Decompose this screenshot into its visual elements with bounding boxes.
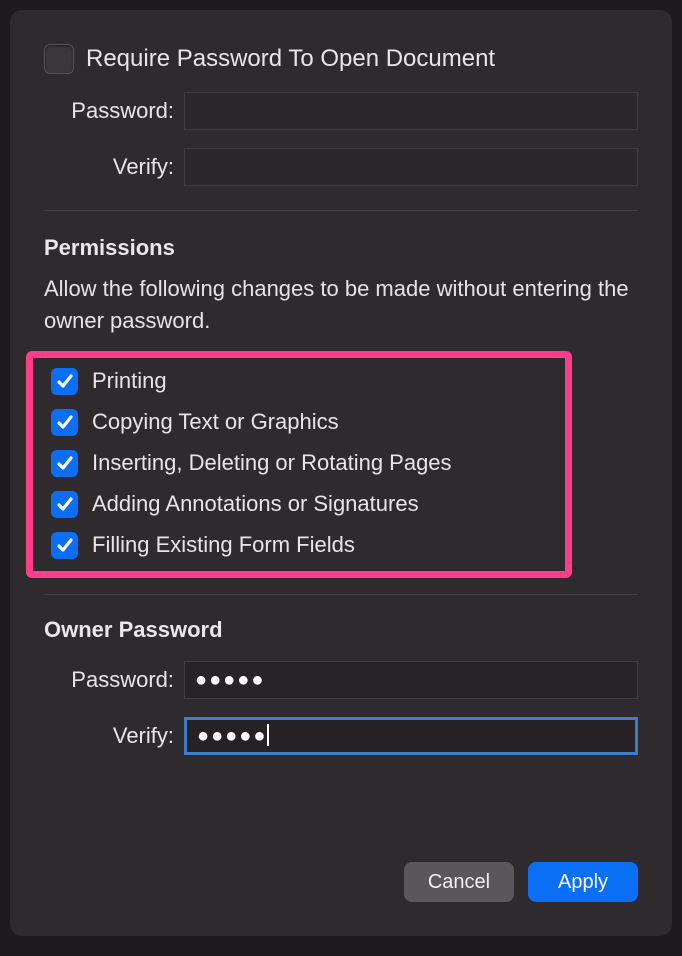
check-icon	[56, 495, 74, 513]
require-password-checkbox[interactable]	[44, 44, 74, 74]
permissions-section: Permissions Allow the following changes …	[44, 235, 638, 594]
text-cursor	[267, 724, 269, 746]
button-row: Cancel Apply	[44, 862, 638, 902]
perm-checkbox-inserting[interactable]	[51, 450, 78, 477]
owner-password-label: Password:	[44, 667, 184, 693]
perm-label-forms: Filling Existing Form Fields	[92, 532, 355, 558]
owner-password-value: ●●●●●	[195, 669, 265, 692]
owner-verify-label: Verify:	[44, 723, 184, 749]
perm-label-printing: Printing	[92, 368, 167, 394]
perm-label-annotations: Adding Annotations or Signatures	[92, 491, 419, 517]
pdf-permissions-dialog: Require Password To Open Document Passwo…	[10, 10, 672, 936]
owner-password-title: Owner Password	[44, 617, 638, 643]
perm-label-copying: Copying Text or Graphics	[92, 409, 339, 435]
perm-row-inserting[interactable]: Inserting, Deleting or Rotating Pages	[51, 450, 547, 477]
perm-checkbox-annotations[interactable]	[51, 491, 78, 518]
cancel-button[interactable]: Cancel	[404, 862, 514, 902]
perm-row-forms[interactable]: Filling Existing Form Fields	[51, 532, 547, 559]
open-verify-row: Verify:	[44, 148, 638, 186]
perm-checkbox-copying[interactable]	[51, 409, 78, 436]
open-password-input[interactable]	[184, 92, 638, 130]
perm-label-inserting: Inserting, Deleting or Rotating Pages	[92, 450, 452, 476]
spacer	[44, 755, 638, 842]
check-icon	[56, 413, 74, 431]
require-password-label: Require Password To Open Document	[86, 45, 495, 73]
owner-verify-input[interactable]: ●●●●●	[184, 717, 638, 755]
open-password-row: Password:	[44, 92, 638, 130]
open-password-section: Require Password To Open Document Passwo…	[44, 44, 638, 211]
apply-button[interactable]: Apply	[528, 862, 638, 902]
owner-password-section: Owner Password Password: ●●●●● Verify: ●…	[44, 594, 638, 755]
perm-row-printing[interactable]: Printing	[51, 368, 547, 395]
permissions-title: Permissions	[44, 235, 638, 261]
open-verify-input[interactable]	[184, 148, 638, 186]
permissions-highlight: Printing Copying Text or Graphics Insert…	[26, 351, 572, 578]
require-password-row[interactable]: Require Password To Open Document	[44, 44, 638, 74]
perm-row-copying[interactable]: Copying Text or Graphics	[51, 409, 547, 436]
check-icon	[56, 454, 74, 472]
permissions-description: Allow the following changes to be made w…	[44, 273, 638, 337]
owner-password-input[interactable]: ●●●●●	[184, 661, 638, 699]
check-icon	[56, 536, 74, 554]
open-password-label: Password:	[44, 98, 184, 124]
perm-row-annotations[interactable]: Adding Annotations or Signatures	[51, 491, 547, 518]
open-verify-label: Verify:	[44, 154, 184, 180]
owner-password-row: Password: ●●●●●	[44, 661, 638, 699]
owner-verify-value: ●●●●●	[197, 725, 267, 748]
check-icon	[56, 372, 74, 390]
owner-verify-row: Verify: ●●●●●	[44, 717, 638, 755]
perm-checkbox-forms[interactable]	[51, 532, 78, 559]
perm-checkbox-printing[interactable]	[51, 368, 78, 395]
